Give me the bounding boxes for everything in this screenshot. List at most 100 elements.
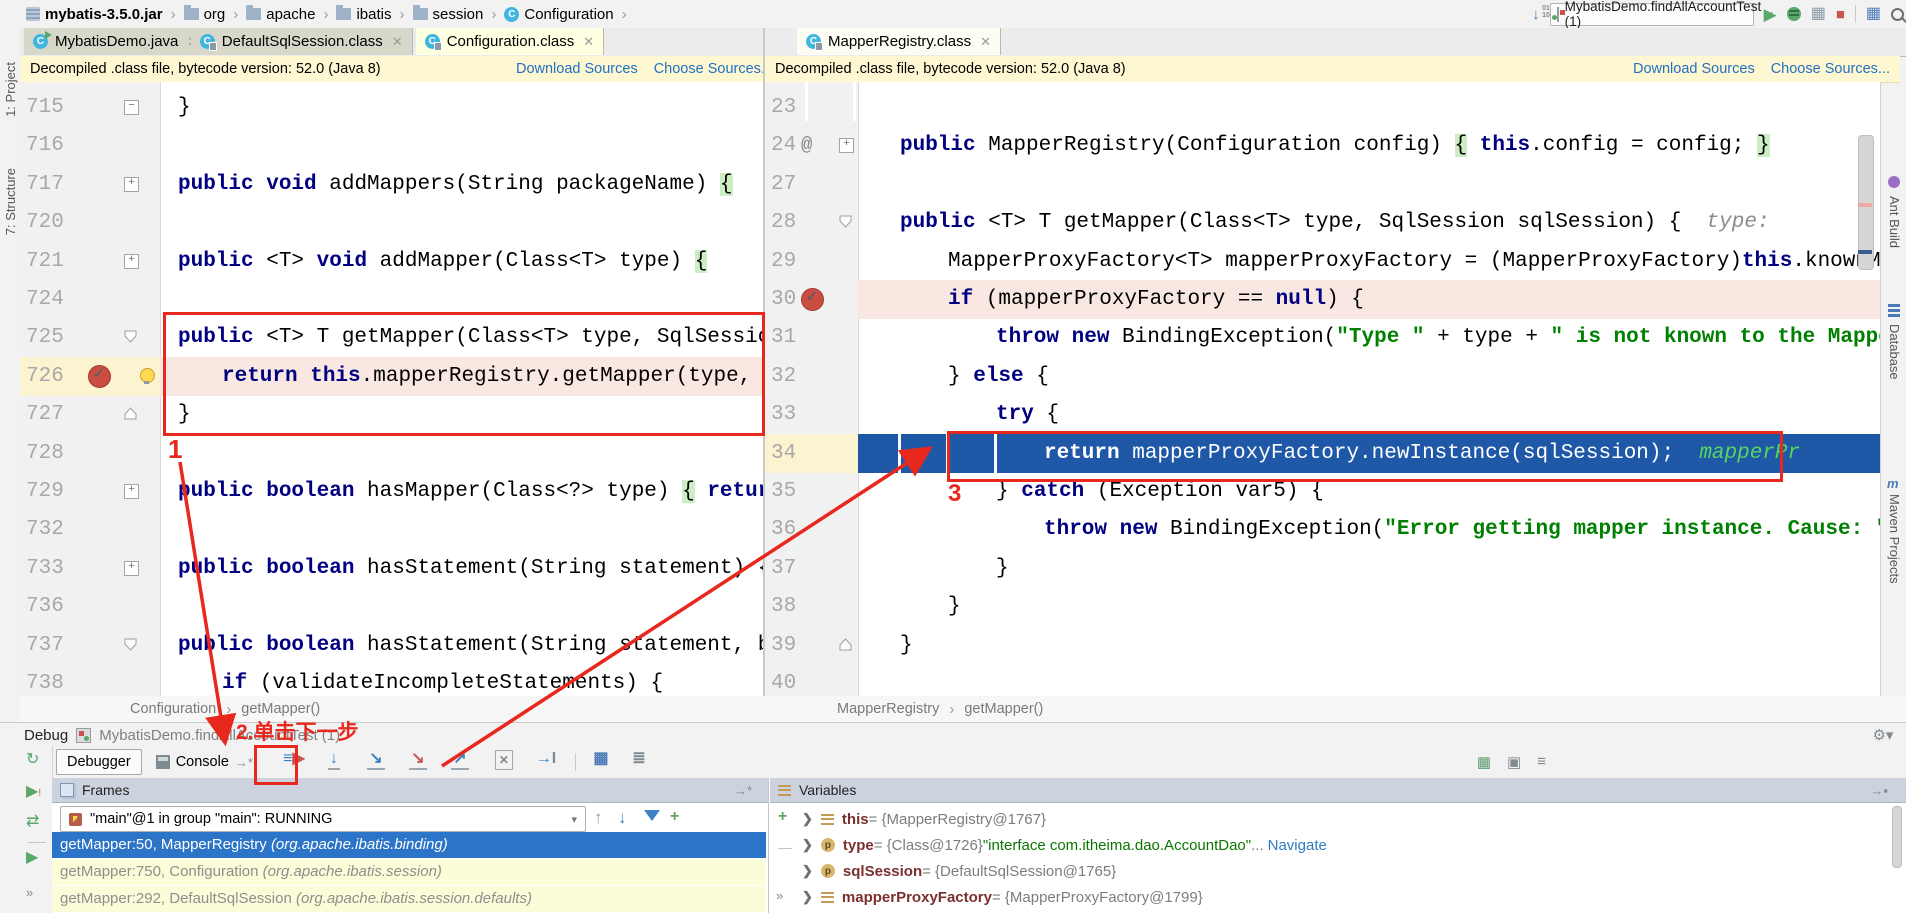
frame-up-icon[interactable]: ↑ xyxy=(594,808,603,828)
code-segment: { xyxy=(1033,403,1060,427)
frame-down-icon[interactable]: ↓ xyxy=(618,808,627,828)
choose-sources-link[interactable]: Choose Sources... xyxy=(1771,61,1890,77)
tab-defaultsqlsession-class[interactable]: C DefaultSqlSession.class ✕ xyxy=(190,28,413,55)
database-icon xyxy=(1888,304,1900,307)
close-icon[interactable]: ✕ xyxy=(583,34,594,50)
editor-configuration-class[interactable]: 715 −} 716 717 + public void addMappers(Strin… xyxy=(20,82,763,696)
breadcrumb-class[interactable]: Configuration xyxy=(130,701,216,717)
fold-region-start-icon[interactable] xyxy=(124,638,137,651)
breadcrumb-left-editor[interactable]: Configuration › getMapper() xyxy=(20,696,873,722)
tab-mybatisdemo-java[interactable]: CMybatisDemo.java✕ xyxy=(24,28,209,55)
fold-region-end-icon[interactable] xyxy=(839,637,852,651)
step-into-button[interactable]: ↘ xyxy=(363,750,389,774)
close-icon[interactable]: ✕ xyxy=(392,34,403,50)
filter-frames-icon[interactable] xyxy=(644,810,660,821)
tab-mapperregistry-class[interactable]: C MapperRegistry.class ✕ xyxy=(797,28,1002,55)
variable-row[interactable]: ❯ this = {MapperRegistry@1767} xyxy=(802,806,1046,832)
expand-chevron-icon[interactable]: ❯ xyxy=(802,889,813,905)
indent-guide-gap xyxy=(946,433,949,473)
breakpoint-icon[interactable] xyxy=(88,364,111,388)
rerun-icon[interactable]: ↻ xyxy=(26,752,39,768)
pin-tab-icon[interactable]: ▣ xyxy=(1507,753,1521,771)
stack-frame-row[interactable]: getMapper:292, DefaultSqlSession (org.ap… xyxy=(52,886,766,912)
editor-mapperregistry-class[interactable]: 23 24 @ + public MapperRegistry(Configuratio… xyxy=(765,82,1880,696)
binary-download-icon[interactable]: ↓ 01 10 xyxy=(1532,5,1550,23)
stack-frame-row[interactable]: getMapper:750, Configuration (org.apache… xyxy=(52,859,766,885)
expand-chevron-icon[interactable]: ❯ xyxy=(802,837,813,853)
close-icon[interactable]: ✕ xyxy=(980,34,991,50)
more-actions-icon[interactable]: » xyxy=(26,886,33,899)
tool-button-structure[interactable]: 7: Structure xyxy=(3,168,18,235)
annotation-at-icon[interactable]: @ xyxy=(801,126,812,165)
variable-row[interactable]: ❯ p sqlSession = {DefaultSqlSession@1765} xyxy=(802,858,1116,884)
tool-windows-icon[interactable]: ▦ xyxy=(1866,6,1881,22)
download-sources-link[interactable]: Download Sources xyxy=(516,61,638,77)
line-number: 729 xyxy=(26,480,64,503)
rerun-failed-tests-icon[interactable]: ▶! xyxy=(26,784,41,800)
fold-region-start-icon[interactable] xyxy=(124,330,137,344)
run-to-cursor-button[interactable]: →I xyxy=(533,750,559,774)
navigate-link[interactable]: Navigate xyxy=(1268,837,1327,854)
step-over-button[interactable]: ↓ xyxy=(321,750,347,774)
show-execution-point-button[interactable]: ≡▶ xyxy=(281,750,307,774)
tool-button-maven[interactable]: Maven Projects xyxy=(1887,494,1902,584)
debug-button[interactable] xyxy=(1786,7,1801,21)
expand-chevron-icon[interactable]: ❯ xyxy=(802,811,813,827)
intention-bulb-icon[interactable] xyxy=(140,367,155,384)
breadcrumb-item[interactable]: C Configuration xyxy=(504,6,614,23)
code-segment: new xyxy=(1071,326,1123,350)
resume-program-icon[interactable]: ▶ xyxy=(26,850,38,866)
code-segment: (Exception var5) { xyxy=(1084,480,1324,503)
drop-frame-button[interactable]: ✕ xyxy=(491,750,517,774)
fold-expand-icon[interactable]: + xyxy=(124,560,139,576)
restore-layout-icon[interactable]: ▦ xyxy=(1477,753,1491,771)
customize-threads-icon[interactable]: + xyxy=(670,808,679,826)
settings-gear-icon[interactable]: ⚙▾ xyxy=(1872,726,1893,744)
coverage-button[interactable]: ▦ xyxy=(1811,6,1826,22)
breadcrumb-class[interactable]: MapperRegistry xyxy=(837,701,939,717)
run-button[interactable]: ▶ xyxy=(1764,6,1777,23)
step-out-button[interactable]: ↗ xyxy=(447,750,473,774)
breakpoint-icon[interactable] xyxy=(801,288,824,311)
breadcrumb-item[interactable]: session xyxy=(412,5,483,23)
breadcrumb-right-editor[interactable]: MapperRegistry › getMapper() xyxy=(765,696,1906,722)
thread-selector[interactable]: "main"@1 in group "main": RUNNING ▾ xyxy=(60,806,586,832)
fold-expand-icon[interactable]: + xyxy=(839,138,854,154)
breadcrumb-method[interactable]: getMapper() xyxy=(964,701,1043,717)
tab-configuration-class[interactable]: C Configuration.class ✕ xyxy=(415,28,605,55)
stop-button[interactable]: ■ xyxy=(1836,7,1845,22)
variables-scrollbar[interactable] xyxy=(1892,806,1902,868)
tab-debugger[interactable]: Debugger xyxy=(56,749,142,775)
fold-expand-icon[interactable]: + xyxy=(124,176,139,192)
choose-sources-link[interactable]: Choose Sources... xyxy=(654,61,773,77)
breadcrumb-item[interactable]: ibatis xyxy=(336,5,392,23)
layout-settings-icon[interactable]: ≣ xyxy=(626,750,652,774)
search-icon[interactable] xyxy=(1891,7,1904,21)
tool-button-ant-build[interactable]: Ant Build xyxy=(1887,196,1902,248)
breadcrumb-item[interactable]: apache xyxy=(246,5,315,23)
variable-row[interactable]: ❯ mapperProxyFactory = {MapperProxyFactor… xyxy=(802,884,1203,910)
evaluate-expression-button[interactable]: ▦ xyxy=(588,750,614,774)
tool-button-database[interactable]: Database xyxy=(1887,324,1902,380)
download-sources-link[interactable]: Download Sources xyxy=(1633,61,1755,77)
fold-expand-icon[interactable]: + xyxy=(124,253,139,269)
fold-region-end-icon[interactable] xyxy=(124,407,137,420)
fold-collapse-icon[interactable]: − xyxy=(124,100,139,115)
breadcrumb-item[interactable]: org xyxy=(183,5,225,23)
pin-icon[interactable]: →* xyxy=(734,783,760,798)
force-step-into-button[interactable]: ↘ xyxy=(405,750,431,774)
fold-expand-icon[interactable]: + xyxy=(124,484,139,499)
toggle-auto-test-icon[interactable]: ⇄ xyxy=(26,814,39,830)
variable-row[interactable]: ❯ p type = {Class@1726} "interface com.ith… xyxy=(802,832,1327,858)
tool-button-project[interactable]: 1: Project xyxy=(3,62,18,117)
editor-splitter[interactable] xyxy=(763,28,765,722)
expand-chevron-icon[interactable]: ❯ xyxy=(802,863,813,879)
help-icon[interactable]: ≡ xyxy=(1537,753,1546,771)
breadcrumb-item[interactable]: mybatis-3.5.0.jar xyxy=(26,6,163,23)
breadcrumb-method[interactable]: getMapper() xyxy=(241,701,320,717)
tab-console[interactable]: Console →* xyxy=(146,750,263,774)
pin-icon[interactable]: →▪ xyxy=(1870,783,1898,798)
run-config-select[interactable]: MybatisDemo.findAllAccountTest (1) ▾ xyxy=(1549,0,1773,29)
stack-frame-row[interactable]: getMapper:50, MapperRegistry (org.apache… xyxy=(52,832,766,858)
fold-region-start-icon[interactable] xyxy=(839,215,852,228)
